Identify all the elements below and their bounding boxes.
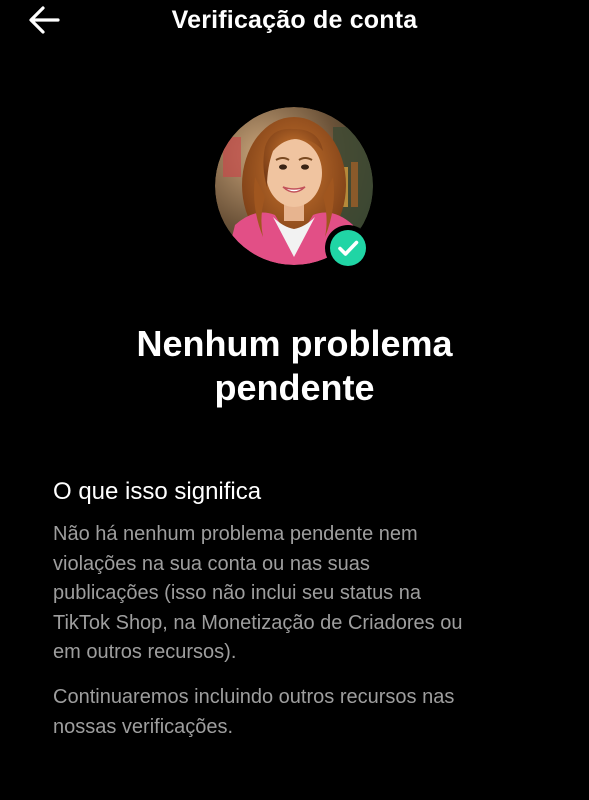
explanation-paragraph: Não há nenhum problema pendente nem viol… bbox=[53, 520, 553, 668]
paragraph-line: violações na sua conta ou nas suas bbox=[53, 552, 370, 575]
paragraph-line: publicações (isso não inclui seu status … bbox=[53, 582, 421, 604]
paragraph-line: nossas verificações. bbox=[53, 715, 234, 738]
verified-check-icon bbox=[330, 230, 366, 266]
paragraph-line: Continuaremos incluindo outros recursos … bbox=[53, 686, 455, 708]
section-heading: O que isso significa bbox=[53, 478, 262, 505]
paragraph-line: TikTok Shop, na Monetização de Criadores… bbox=[53, 611, 463, 634]
page-title: Verificação de conta bbox=[171, 6, 418, 34]
verified-badge bbox=[325, 225, 371, 271]
top-bar: Verificação de conta bbox=[0, 0, 589, 44]
status-heading: Nenhum problema pendente bbox=[0, 322, 589, 410]
status-heading-line-2: pendente bbox=[214, 367, 375, 408]
profile-avatar-group bbox=[215, 107, 375, 271]
status-heading-line-1: Nenhum problema bbox=[136, 323, 453, 364]
paragraph-line: Não há nenhum problema pendente nem bbox=[53, 523, 418, 545]
paragraph-line: em outros recursos). bbox=[53, 641, 237, 663]
note-paragraph: Continuaremos incluindo outros recursos … bbox=[53, 683, 553, 742]
